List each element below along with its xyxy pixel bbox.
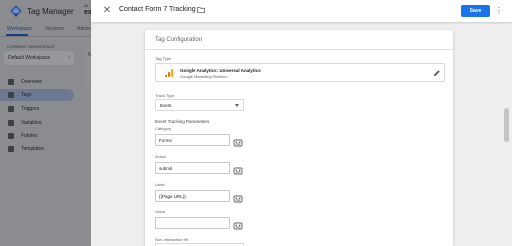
folder-icon[interactable] xyxy=(197,7,205,13)
account-label: All xyxy=(84,3,89,8)
more-vert-icon[interactable]: ⋮ xyxy=(495,5,503,17)
panel-header: ✕ Contact Form 7 Tracking Save ⋮ xyxy=(91,0,512,22)
nav-item-templates[interactable]: Templates xyxy=(0,143,74,155)
tag-editor-panel: ✕ Contact Form 7 Tracking Save ⋮ Tag Con… xyxy=(91,0,512,246)
non-interaction-label: Non-Interaction Hit xyxy=(155,237,189,242)
action-label: Action xyxy=(155,154,167,159)
tag-configuration-card: Tag Configuration Tag Type Google Analyt… xyxy=(145,30,453,246)
google-analytics-icon xyxy=(164,69,174,78)
save-button[interactable]: Save xyxy=(461,5,490,17)
edit-pencil-icon[interactable] xyxy=(433,69,441,77)
chevron-right-icon: › xyxy=(68,54,70,60)
event-params-heading: Event Tracking Parameters xyxy=(155,119,210,124)
scrollbar[interactable] xyxy=(504,24,509,246)
value-label: Value xyxy=(155,209,165,214)
variable-icon xyxy=(8,120,14,126)
tag-icon xyxy=(8,92,14,98)
header-divider xyxy=(0,36,100,37)
category-input[interactable]: Forms xyxy=(155,134,230,146)
close-icon[interactable]: ✕ xyxy=(101,5,113,17)
trigger-icon xyxy=(8,106,14,112)
track-type-label: Track Type xyxy=(155,93,175,98)
folder-icon xyxy=(8,133,14,139)
action-value: submit xyxy=(159,166,173,171)
value-input[interactable] xyxy=(155,217,230,229)
background-app: Tag Manager All ex Workspace Versions Ad… xyxy=(0,0,100,246)
tag-type-platform: Google Marketing Platform xyxy=(180,74,228,79)
nav-label: Variables xyxy=(21,120,42,126)
nav-item-overview[interactable]: Overview xyxy=(0,76,74,88)
nav-label: Templates xyxy=(21,146,44,152)
product-title: Tag Manager xyxy=(27,7,74,16)
scrollbar-thumb[interactable] xyxy=(504,108,509,142)
nav-item-variables[interactable]: Variables xyxy=(0,117,74,129)
nav-item-tags[interactable]: Tags xyxy=(0,89,74,101)
variable-picker-icon[interactable] xyxy=(233,162,243,175)
variable-picker-icon[interactable] xyxy=(233,190,243,203)
track-type-select[interactable]: Event xyxy=(155,99,244,111)
card-divider xyxy=(145,49,453,50)
label-value: {{Page URL}} xyxy=(159,194,186,199)
nav-item-triggers[interactable]: Triggers xyxy=(0,103,74,115)
template-icon xyxy=(8,146,14,152)
category-value: Forms xyxy=(159,138,172,143)
card-title: Tag Configuration xyxy=(155,37,203,43)
label-label: Label xyxy=(155,182,165,187)
label-input[interactable]: {{Page URL}} xyxy=(155,190,230,202)
tag-type-selector[interactable]: Google Analytics: Universal Analytics Go… xyxy=(155,63,445,82)
nav-label: Overview xyxy=(21,79,42,85)
action-input[interactable]: submit xyxy=(155,162,230,174)
category-label: Category xyxy=(155,126,172,131)
nav-item-folders[interactable]: Folders xyxy=(0,130,74,142)
dropdown-arrow-icon xyxy=(235,104,239,107)
nav-label: Folders xyxy=(21,133,38,139)
app-header: Tag Manager All ex xyxy=(0,0,100,24)
nav-label: Tags xyxy=(21,92,32,98)
tag-manager-logo-icon xyxy=(10,5,22,17)
tag-type-label: Tag Type xyxy=(155,56,172,61)
workspace-name: Default Workspace xyxy=(8,55,51,61)
tab-versions[interactable]: Versions xyxy=(45,26,64,32)
workspace-label: CURRENT WORKSPACE xyxy=(7,44,56,49)
overview-icon xyxy=(8,79,14,85)
tag-name-title[interactable]: Contact Form 7 Tracking xyxy=(119,6,196,13)
nav-label: Triggers xyxy=(21,106,40,112)
workspace-selector[interactable]: Default Workspace › xyxy=(4,51,74,65)
tag-type-name: Google Analytics: Universal Analytics xyxy=(180,68,261,73)
track-type-value: Event xyxy=(160,103,172,108)
variable-picker-icon[interactable] xyxy=(233,134,243,147)
variable-picker-icon[interactable] xyxy=(233,217,243,230)
tab-workspace[interactable]: Workspace xyxy=(7,26,32,32)
tab-admin[interactable]: Admin xyxy=(77,26,91,32)
